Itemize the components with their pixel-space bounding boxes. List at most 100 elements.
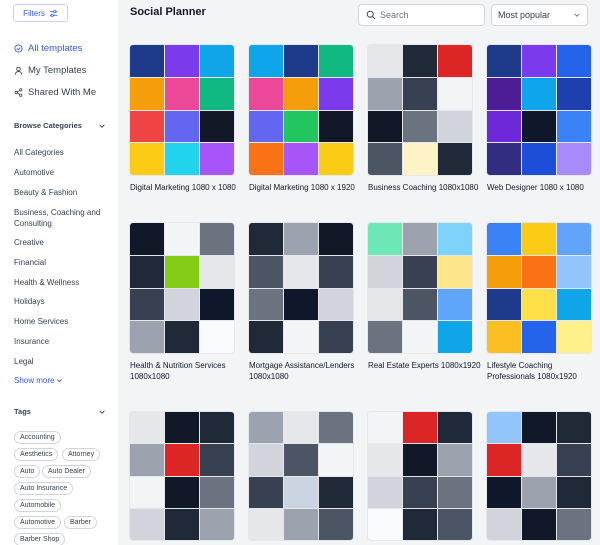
template-title: Mortgage Assistance/Lenders 1080x1080 [249, 361, 355, 381]
thumbnail-tile [557, 223, 591, 255]
template-thumbnail[interactable] [249, 223, 353, 353]
category-holidays[interactable]: Holidays [14, 296, 114, 307]
template-thumbnail[interactable] [130, 45, 234, 175]
template-title: Digital Marketing 1080 x 1080 [130, 183, 236, 192]
thumbnail-tile [130, 45, 164, 77]
template-card[interactable]: Real Estate Experts 1080x1920 [368, 223, 481, 371]
category-health-wellness[interactable]: Health & Wellness [14, 277, 114, 288]
thumbnail-tile [403, 288, 437, 321]
thumbnail-tile [522, 223, 556, 255]
template-card[interactable]: Health & Nutrition Services 1080x1080 [130, 223, 234, 382]
tag-chip[interactable]: Barber Shop [14, 533, 66, 545]
template-thumbnail[interactable] [487, 223, 591, 353]
tags-label: Tags [14, 407, 31, 416]
nav-all-templates[interactable]: All templates [14, 43, 82, 54]
search-input[interactable] [380, 10, 480, 20]
thumbnail-tile [368, 143, 402, 175]
template-thumbnail[interactable] [368, 45, 472, 175]
thumbnail-tile [368, 508, 402, 540]
template-card[interactable]: Lifestyle Coaching Professionals 1080x19… [487, 223, 591, 382]
thumbnail-tile [487, 508, 521, 540]
template-card[interactable] [368, 412, 472, 540]
template-thumbnail[interactable] [487, 412, 591, 540]
category-beauty-fashion[interactable]: Beauty & Fashion [14, 187, 114, 198]
category-creative[interactable]: Creative [14, 237, 114, 248]
template-card[interactable]: Mortgage Assistance/Lenders 1080x1080 [249, 223, 354, 382]
tag-chip[interactable]: Attorney [62, 448, 101, 461]
tag-chip[interactable]: Accounting [14, 431, 61, 444]
thumbnail-tile [130, 255, 164, 288]
thumbnail-tile [284, 143, 318, 175]
thumbnail-tile [438, 77, 472, 110]
sort-select[interactable]: Most popular [491, 4, 588, 26]
template-thumbnail[interactable] [249, 412, 353, 540]
template-card[interactable]: Digital Marketing 1080 x 1920 [249, 45, 355, 193]
main-content: Social Planner Most popular Digital Mark… [118, 0, 600, 545]
thumbnail-tile [438, 444, 472, 476]
thumbnail-tile [130, 110, 164, 143]
thumbnail-tile [165, 255, 199, 288]
thumbnail-tile [200, 143, 234, 175]
template-thumbnail[interactable] [130, 412, 234, 540]
template-thumbnail[interactable] [487, 45, 591, 175]
browse-categories-header[interactable]: Browse Categories [14, 121, 106, 130]
thumbnail-tile [368, 476, 402, 508]
thumbnail-tile [165, 444, 199, 476]
template-thumbnail[interactable] [249, 45, 353, 175]
thumbnail-tile [487, 255, 521, 288]
thumbnail-tile [403, 444, 437, 476]
category-financial[interactable]: Financial [14, 257, 114, 268]
template-card[interactable] [249, 412, 353, 540]
thumbnail-tile [487, 321, 521, 353]
thumbnail-tile [438, 143, 472, 175]
tag-chip[interactable]: Aesthetics [14, 448, 59, 461]
thumbnail-tile [438, 288, 472, 321]
template-card[interactable]: Digital Marketing 1080 x 1080 [130, 45, 236, 193]
thumbnail-tile [284, 45, 318, 77]
category-all[interactable]: All Categories [14, 147, 114, 158]
nav-all-templates-label: All templates [28, 43, 83, 54]
thumbnail-tile [522, 444, 556, 476]
template-card[interactable] [130, 412, 234, 540]
thumbnail-tile [403, 476, 437, 508]
thumbnail-tile [130, 476, 164, 508]
tag-chip[interactable]: Barber [64, 516, 98, 529]
chevron-down-icon [57, 379, 63, 383]
tag-chip[interactable]: Auto [14, 465, 41, 478]
tags-header[interactable]: Tags [14, 407, 106, 416]
show-more-link[interactable]: Show more [14, 376, 63, 385]
filters-button[interactable]: Filters [13, 4, 68, 22]
thumbnail-tile [249, 476, 283, 508]
category-home-services[interactable]: Home Services [14, 316, 114, 327]
thumbnail-tile [319, 255, 353, 288]
thumbnail-tile [165, 77, 199, 110]
category-insurance[interactable]: Insurance [14, 336, 114, 347]
tag-chip[interactable]: Auto Insurance [14, 482, 74, 495]
thumbnail-tile [557, 444, 591, 476]
category-legal[interactable]: Legal [14, 356, 114, 367]
template-card[interactable]: Web Designer 1080 x 1080 [487, 45, 591, 193]
thumbnail-tile [487, 223, 521, 255]
template-thumbnail[interactable] [130, 223, 234, 353]
tag-chip[interactable]: Automobile [14, 499, 62, 512]
tag-chip[interactable]: Auto Dealer [42, 465, 91, 478]
thumbnail-tile [438, 45, 472, 77]
template-card[interactable]: Business Coaching 1080x1080 [368, 45, 478, 193]
category-automotive[interactable]: Automotive [14, 167, 114, 178]
template-thumbnail[interactable] [368, 223, 472, 353]
tag-chip[interactable]: Automotive [14, 516, 62, 529]
thumbnail-tile [284, 223, 318, 255]
template-thumbnail[interactable] [368, 412, 472, 540]
thumbnail-tile [200, 45, 234, 77]
chevron-down-icon [574, 13, 580, 17]
nav-my-templates[interactable]: My Templates [14, 65, 86, 76]
search-box[interactable] [358, 4, 485, 26]
thumbnail-tile [557, 508, 591, 540]
thumbnail-tile [200, 412, 234, 444]
thumbnail-tile [200, 288, 234, 321]
category-business-coaching[interactable]: Business, Coaching and Consulting [14, 207, 114, 229]
template-card[interactable] [487, 412, 591, 540]
thumbnail-tile [165, 288, 199, 321]
thumbnail-tile [368, 288, 402, 321]
nav-shared-with-me[interactable]: Shared With Me [14, 87, 96, 98]
